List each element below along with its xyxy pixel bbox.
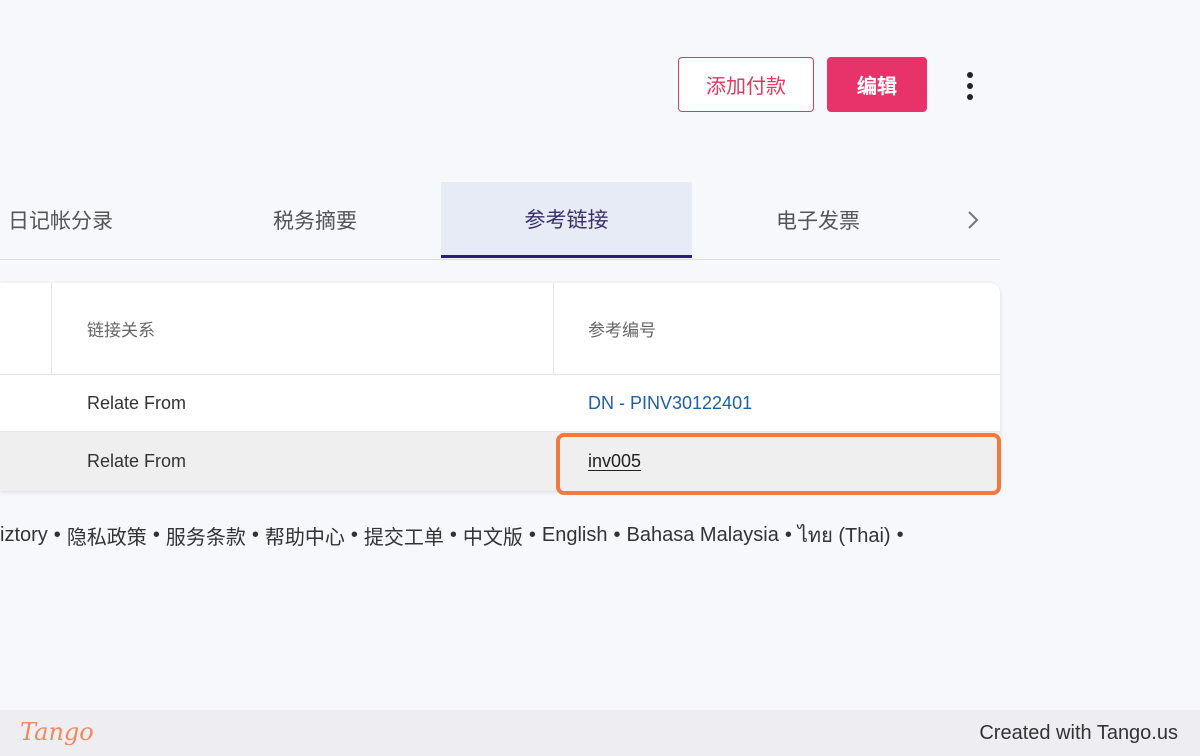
column-header-reference: 参考编号 <box>588 321 656 340</box>
separator: • <box>784 523 792 546</box>
relation-cell: Relate From <box>87 451 187 471</box>
footer-links: iztory • 隐私政策 • 服务条款 • 帮助中心 • 提交工单 • 中文版 • Eng… <box>0 520 1000 550</box>
tango-highlight-box <box>556 433 1001 495</box>
footer-link-malay[interactable]: Bahasa Malaysia <box>627 524 779 547</box>
separator: • <box>896 523 904 546</box>
edit-button[interactable]: 编辑 <box>827 57 927 112</box>
footer-link-terms[interactable]: 服务条款 <box>166 521 246 550</box>
separator: • <box>613 523 621 546</box>
footer-link-chinese[interactable]: 中文版 <box>463 521 523 550</box>
tango-credit: Created with Tango.us <box>979 722 1178 744</box>
separator: • <box>251 523 259 546</box>
column-header-relation: 链接关系 <box>87 321 155 340</box>
main-content: 添加付款 编辑 日记帐分录 税务摘要 参考链接 电子发票 链接关系 参考编号 R… <box>0 0 1200 710</box>
tab-e-invoice[interactable]: 电子发票 <box>692 182 944 258</box>
separator: • <box>53 523 61 546</box>
separator: • <box>449 523 457 546</box>
tab-bar: 日记帐分录 税务摘要 参考链接 电子发票 <box>0 182 1000 260</box>
footer-link-thai[interactable]: ไทย (Thai) <box>798 520 891 550</box>
separator: • <box>152 523 160 546</box>
tab-journal-entries[interactable]: 日记帐分录 <box>0 182 130 258</box>
table-header: 链接关系 参考编号 <box>0 283 1000 375</box>
footer-link-help[interactable]: 帮助中心 <box>265 521 345 550</box>
footer-link-ticket[interactable]: 提交工单 <box>364 521 444 550</box>
table-row: Relate From DN - PINV30122401 <box>0 375 1000 432</box>
relation-cell: Relate From <box>87 392 187 413</box>
separator: • <box>350 523 358 546</box>
tab-reference-links[interactable]: 参考链接 <box>441 182 692 258</box>
separator: • <box>528 523 536 546</box>
reference-link[interactable]: DN - PINV30122401 <box>588 375 752 431</box>
column-divider <box>553 283 554 374</box>
add-payment-button[interactable]: 添加付款 <box>678 57 814 112</box>
column-divider <box>51 283 52 374</box>
footer-link-privacy[interactable]: 隐私政策 <box>67 521 147 550</box>
tab-tax-summary[interactable]: 税务摘要 <box>190 182 440 258</box>
footer-link[interactable]: iztory <box>0 524 48 547</box>
more-options-icon[interactable] <box>956 66 984 106</box>
footer-link-english[interactable]: English <box>542 524 608 547</box>
tango-logo: Tango <box>20 718 94 746</box>
tango-footer-bar: Tango Created with Tango.us <box>0 710 1200 756</box>
chevron-right-icon[interactable] <box>958 202 988 238</box>
